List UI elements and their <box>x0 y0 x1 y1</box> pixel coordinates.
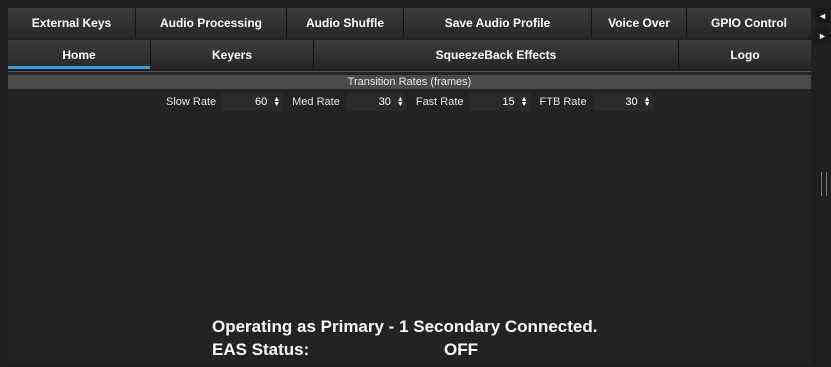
ftb-rate-spinner[interactable]: 30 ▲ ▼ <box>592 93 653 111</box>
med-rate-spinner[interactable]: 30 ▲ ▼ <box>345 93 406 111</box>
med-rate-value: 30 <box>378 96 391 108</box>
eas-status-value: OFF <box>444 340 478 359</box>
fast-rate-value: 15 <box>502 96 515 108</box>
operating-status: Operating as Primary - 1 Secondary Conne… <box>212 317 598 336</box>
transition-rates-row: Slow Rate 60 ▲ ▼ Med Rate 30 ▲ ▼ Fast Rate… <box>166 92 663 112</box>
tab-bar-top: External Keys Audio Processing Audio Shu… <box>8 8 811 38</box>
tab-bar-second: Home Keyers SqueezeBack Effects Logo <box>8 40 811 69</box>
eas-status-label: EAS Status: <box>212 340 310 359</box>
fast-rate-label: Fast Rate <box>415 96 464 108</box>
tab-external-keys[interactable]: External Keys <box>8 8 136 38</box>
spinner-arrows-icon[interactable]: ▲ ▼ <box>521 96 528 108</box>
tab-voice-over[interactable]: Voice Over <box>592 8 687 38</box>
tab-audio-shuffle[interactable]: Audio Shuffle <box>287 8 404 38</box>
slow-rate-value: 60 <box>254 96 268 108</box>
eas-status: EAS Status: OFF <box>212 340 478 360</box>
tab-logo[interactable]: Logo <box>679 40 811 69</box>
ftb-rate-value: 30 <box>625 96 638 108</box>
ftb-rate-label: FTB Rate <box>539 96 587 108</box>
tab-audio-processing[interactable]: Audio Processing <box>136 8 287 38</box>
tab-keyers[interactable]: Keyers <box>151 40 314 69</box>
scroll-left-icon[interactable]: ◄ <box>815 8 830 23</box>
tab-gpio-control[interactable]: GPIO Control <box>687 8 811 38</box>
fast-rate-spinner[interactable]: 15 ▲ ▼ <box>469 93 530 111</box>
splitter-handle[interactable] <box>821 172 827 196</box>
slow-rate-label: Slow Rate <box>166 96 217 108</box>
scroll-right-icon[interactable]: ► <box>815 28 830 43</box>
slow-rate-spinner[interactable]: 60 ▲ ▼ <box>222 93 283 111</box>
spinner-arrows-icon[interactable]: ▲ ▼ <box>397 96 404 108</box>
spinner-arrows-icon[interactable]: ▲ ▼ <box>273 96 280 108</box>
med-rate-label: Med Rate <box>292 96 340 108</box>
tab-home[interactable]: Home <box>8 40 151 69</box>
tab-squeezeback-effects[interactable]: SqueezeBack Effects <box>314 40 679 69</box>
tab-save-audio-profile[interactable]: Save Audio Profile <box>404 8 592 38</box>
spinner-arrows-icon[interactable]: ▲ ▼ <box>644 96 651 108</box>
transition-rates-header: Transition Rates (frames) <box>8 75 811 89</box>
